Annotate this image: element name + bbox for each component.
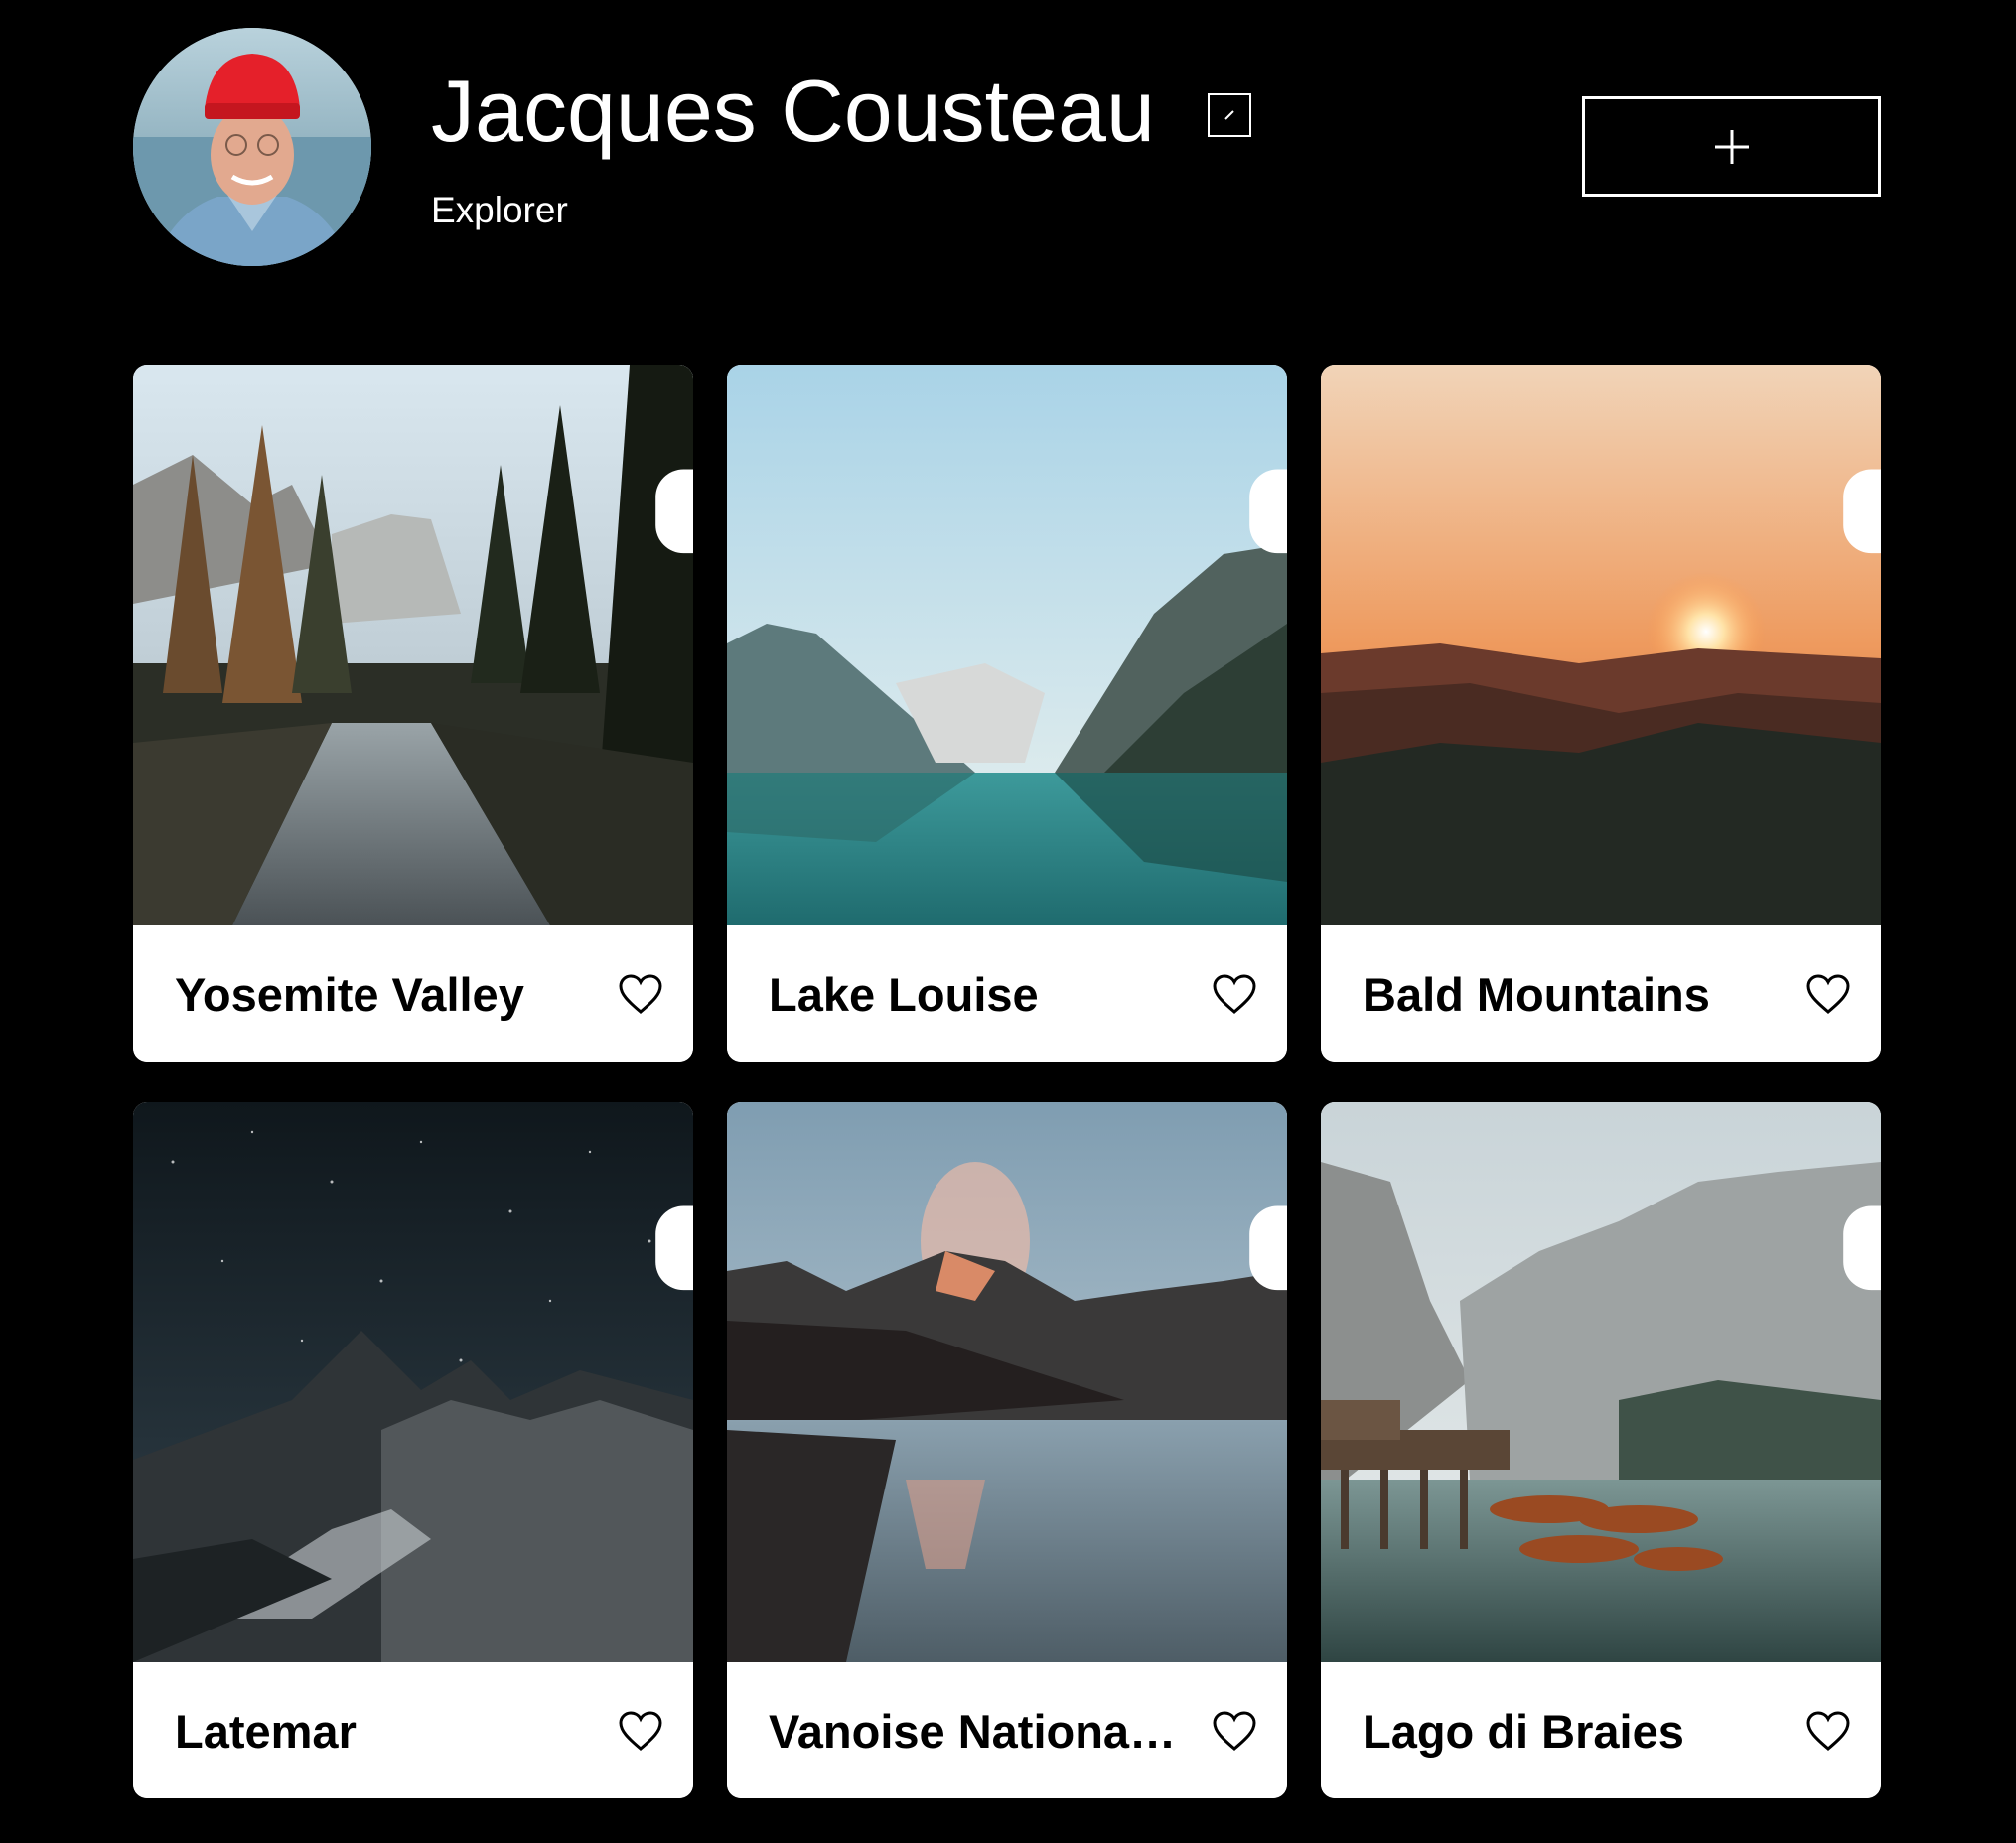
card-image[interactable] (727, 365, 1287, 925)
trash-icon[interactable] (1222, 399, 1287, 925)
card-footer: Vanoise National Park (727, 1662, 1287, 1798)
card: Vanoise National Park (727, 1102, 1287, 1798)
trash-icon[interactable] (1815, 1136, 1881, 1662)
profile-name: Jacques Cousteau (431, 62, 1155, 160)
avatar (133, 28, 371, 266)
pencil-icon (1224, 110, 1234, 120)
avatar-image (133, 28, 371, 266)
card-title: Lago di Braies (1363, 1705, 1684, 1758)
trash-icon[interactable] (628, 399, 693, 925)
card-footer: Latemar (133, 1662, 693, 1798)
night-mountains-image (133, 1102, 693, 1662)
card: Lake Louise (727, 365, 1287, 1062)
heart-icon[interactable] (1212, 1710, 1257, 1752)
card: Lago di Braies (1321, 1102, 1881, 1798)
trash-icon[interactable] (1222, 1136, 1287, 1662)
card-title: Bald Mountains (1363, 968, 1710, 1021)
dock-boats-image (1321, 1102, 1881, 1662)
heart-icon[interactable] (618, 973, 663, 1015)
add-card-button[interactable] (1582, 96, 1881, 197)
card-footer: Bald Mountains (1321, 925, 1881, 1062)
card: Bald Mountains (1321, 365, 1881, 1062)
mountain-lake-image (727, 365, 1287, 925)
plus-icon (1715, 130, 1749, 164)
card-footer: Yosemite Valley (133, 925, 693, 1062)
card-image[interactable] (133, 365, 693, 925)
card-title: Latemar (175, 1705, 357, 1758)
profile-description: Explorer (431, 190, 568, 230)
card-image[interactable] (1321, 365, 1881, 925)
card: Latemar (133, 1102, 693, 1798)
card-image[interactable] (1321, 1102, 1881, 1662)
forest-river-image (133, 365, 693, 925)
card-title: Lake Louise (769, 968, 1039, 1021)
trash-icon[interactable] (628, 1136, 693, 1662)
heart-icon[interactable] (1212, 973, 1257, 1015)
card-title: Yosemite Valley (175, 968, 524, 1021)
heart-icon[interactable] (1805, 973, 1851, 1015)
card-footer: Lake Louise (727, 925, 1287, 1062)
card-image[interactable] (727, 1102, 1287, 1662)
heart-icon[interactable] (1805, 1710, 1851, 1752)
card-footer: Lago di Braies (1321, 1662, 1881, 1798)
heart-icon[interactable] (618, 1710, 663, 1752)
card-title: Vanoise National Park (769, 1705, 1186, 1758)
edit-profile-button[interactable] (1208, 93, 1251, 137)
card: Yosemite Valley (133, 365, 693, 1062)
card-image[interactable] (133, 1102, 693, 1662)
trash-icon[interactable] (1815, 399, 1881, 925)
reflection-lake-image (727, 1102, 1287, 1662)
sunset-mountains-image (1321, 365, 1881, 925)
